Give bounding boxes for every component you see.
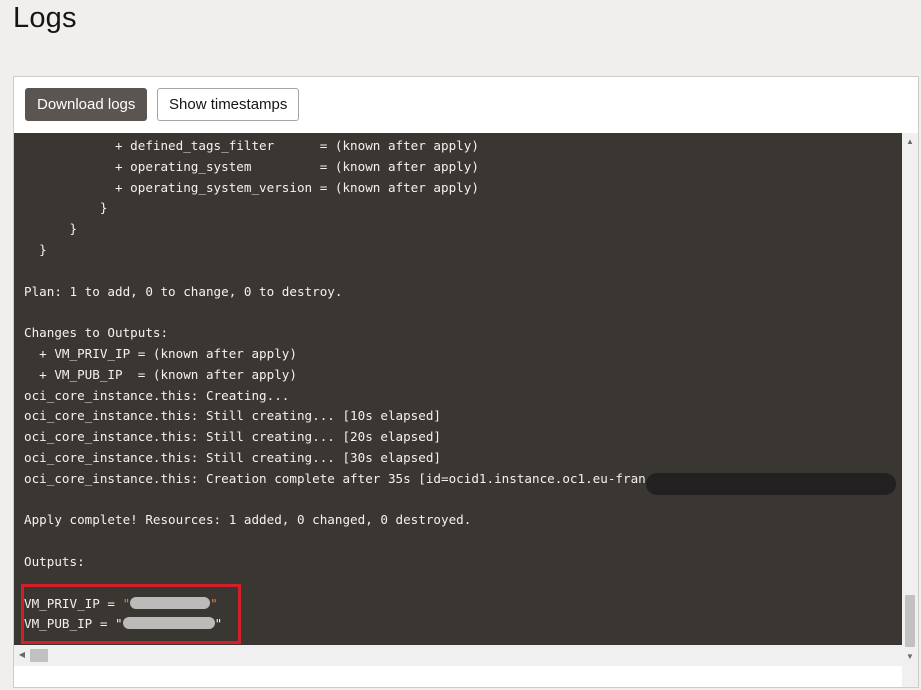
horizontal-scrollbar[interactable]: ◀: [14, 645, 903, 666]
log-line: Apply complete! Resources: 1 added, 0 ch…: [24, 512, 472, 528]
log-line: + defined_tags_filter = (known after app…: [24, 138, 479, 153]
show-timestamps-button[interactable]: Show timestamps: [157, 88, 300, 121]
log-line: }: [24, 200, 108, 216]
log-line: Changes to Outputs:: [24, 325, 169, 341]
log-text: + defined_tags_filter = (known after app…: [24, 136, 903, 635]
log-line: oci_core_instance.this: Creating...: [24, 387, 290, 403]
log-line: Outputs:: [24, 553, 85, 569]
logs-panel: Download logs Show timestamps + defined_…: [13, 76, 919, 688]
download-logs-button[interactable]: Download logs: [25, 88, 148, 121]
logs-toolbar: Download logs Show timestamps: [14, 77, 918, 133]
log-line: + VM_PUB_IP = (known after apply): [24, 366, 297, 382]
log-line: }: [24, 221, 78, 237]
log-line: oci_core_instance.this: Still creating..…: [24, 449, 442, 465]
vertical-scrollbar[interactable]: ▲ ▼: [902, 133, 918, 666]
log-line: + VM_PRIV_IP = (known after apply): [24, 345, 297, 361]
page-title: Logs: [13, 2, 77, 34]
horizontal-scroll-thumb[interactable]: [30, 649, 48, 662]
log-line: Plan: 1 to add, 0 to change, 0 to destro…: [24, 283, 343, 299]
log-line: + operating_system = (known after apply): [24, 158, 479, 174]
creation-complete-text: oci_core_instance.this: Creation complet…: [24, 470, 646, 486]
scrollbar-corner: [902, 666, 918, 687]
log-line: oci_core_instance.this: Still creating..…: [24, 408, 442, 424]
scroll-left-icon[interactable]: ◀: [16, 648, 28, 662]
log-line: oci_core_instance.this: Still creating..…: [24, 429, 442, 445]
outputs-highlight-box: [21, 584, 241, 644]
scroll-down-icon[interactable]: ▼: [902, 650, 918, 664]
log-line: }: [24, 241, 47, 257]
log-output[interactable]: + defined_tags_filter = (known after app…: [14, 133, 903, 666]
scroll-up-icon[interactable]: ▲: [902, 135, 918, 149]
log-line: + operating_system_version = (known afte…: [24, 179, 479, 195]
vertical-scroll-thumb[interactable]: [905, 595, 915, 647]
redacted-instance-id: [646, 473, 896, 495]
